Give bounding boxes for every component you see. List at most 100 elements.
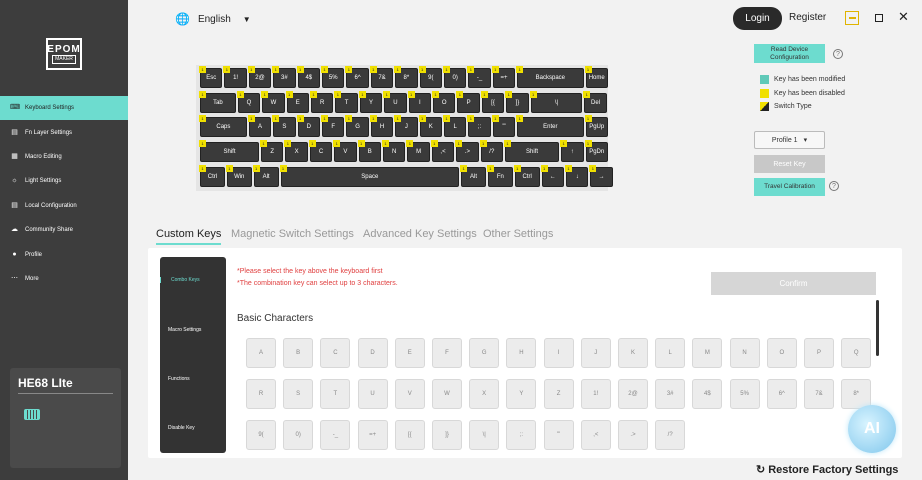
- character-key[interactable]: ;:: [506, 420, 537, 450]
- character-key[interactable]: =+: [357, 420, 388, 450]
- key[interactable]: 1W: [261, 91, 285, 113]
- character-key[interactable]: 9(: [246, 420, 276, 450]
- confirm-button[interactable]: Confirm: [711, 272, 876, 295]
- character-key[interactable]: F: [432, 338, 462, 368]
- profile-select[interactable]: Profile 1 ▾: [754, 131, 825, 149]
- character-key[interactable]: O: [766, 338, 797, 368]
- character-key[interactable]: 2@: [618, 379, 648, 409]
- key[interactable]: 1]}: [505, 91, 529, 113]
- key[interactable]: 1 ↓: [565, 165, 589, 187]
- key[interactable]: 1 6^: [345, 66, 369, 88]
- key[interactable]: 1 Ctrl: [513, 165, 540, 187]
- key[interactable]: 1;:: [467, 115, 491, 137]
- key[interactable]: 1 Backspace: [516, 66, 584, 88]
- character-key[interactable]: B: [283, 338, 314, 368]
- character-key[interactable]: S: [283, 379, 314, 409]
- key[interactable]: 1 Ctrl: [199, 165, 225, 187]
- key[interactable]: 1[{: [480, 91, 505, 113]
- key[interactable]: 1 9(: [418, 66, 442, 88]
- key[interactable]: 1 '": [491, 115, 516, 137]
- scrollbar[interactable]: [876, 300, 879, 356]
- tab-custom-keys[interactable]: Custom Keys: [156, 228, 222, 245]
- character-key[interactable]: 1!: [580, 379, 611, 409]
- key[interactable]: 1 1!: [223, 66, 247, 88]
- help-icon[interactable]: ?: [833, 49, 843, 59]
- character-key[interactable]: M: [692, 338, 723, 368]
- key[interactable]: 1 Enter: [516, 115, 584, 137]
- character-key[interactable]: Y: [506, 379, 537, 409]
- character-key[interactable]: .>: [618, 420, 648, 450]
- key[interactable]: 1 7&: [369, 66, 394, 88]
- character-key[interactable]: 7&: [804, 379, 834, 409]
- key[interactable]: 1C: [308, 140, 333, 162]
- character-key[interactable]: I: [543, 338, 574, 368]
- key[interactable]: 1M: [406, 140, 430, 162]
- key[interactable]: 1 ,<: [430, 140, 455, 162]
- character-key[interactable]: G: [469, 338, 500, 368]
- character-key[interactable]: 5%: [729, 379, 760, 409]
- key[interactable]: 1R: [310, 91, 334, 113]
- key[interactable]: 1Y: [358, 91, 383, 113]
- character-key[interactable]: \|: [469, 420, 500, 450]
- key[interactable]: 1G: [345, 115, 369, 137]
- key[interactable]: 1 Space: [279, 165, 460, 187]
- character-key[interactable]: A: [246, 338, 276, 368]
- character-key[interactable]: H: [506, 338, 537, 368]
- read-device-config-button[interactable]: Read Device Configuration: [754, 44, 825, 63]
- key[interactable]: 1P: [456, 91, 480, 113]
- key[interactable]: 1 PgUp: [584, 115, 608, 137]
- subnav-item-combo-keys[interactable]: Combo Keys: [160, 277, 226, 283]
- sidebar-item-light-settings[interactable]: ☼ Light Settings: [0, 169, 128, 193]
- sidebar-item-macro-editing[interactable]: ▦ Macro Editing: [0, 145, 128, 169]
- key[interactable]: 1 PgDn: [584, 140, 608, 162]
- key[interactable]: 1F: [321, 115, 345, 137]
- key[interactable]: 1 4$: [296, 66, 320, 88]
- key[interactable]: 1 3#: [272, 66, 296, 88]
- subnav-item-macro-settings[interactable]: Macro Settings: [160, 327, 226, 333]
- sidebar-item-community-share[interactable]: ☁ Community Share: [0, 218, 128, 242]
- reset-key-button[interactable]: Reset Key: [754, 155, 825, 173]
- key[interactable]: 1D: [296, 115, 320, 137]
- travel-calibration-button[interactable]: Travel Calibration: [754, 178, 825, 196]
- key[interactable]: 1J: [394, 115, 418, 137]
- character-key[interactable]: R: [246, 379, 276, 409]
- character-key[interactable]: -_: [320, 420, 351, 450]
- sidebar-item-more[interactable]: ⋯ More: [0, 267, 128, 291]
- register-link[interactable]: Register: [789, 12, 826, 23]
- key[interactable]: 1/?: [479, 140, 503, 162]
- language-selector[interactable]: 🌐 English ▼: [175, 12, 251, 26]
- key[interactable]: 1 2@: [247, 66, 272, 88]
- key[interactable]: 1 Del: [583, 91, 607, 113]
- key[interactable]: 1Z: [260, 140, 284, 162]
- minimize-button[interactable]: [845, 11, 859, 25]
- key[interactable]: 1B: [357, 140, 381, 162]
- help-icon[interactable]: ?: [829, 181, 839, 191]
- key[interactable]: 1X: [284, 140, 308, 162]
- key[interactable]: 1 Fn: [486, 165, 513, 187]
- character-key[interactable]: P: [804, 338, 834, 368]
- key[interactable]: 1 =+: [491, 66, 516, 88]
- sidebar-item-fn-layer-settings[interactable]: ▤ Fn Layer Settings: [0, 120, 128, 144]
- key[interactable]: 1 0): [443, 66, 467, 88]
- key[interactable]: 1L: [443, 115, 467, 137]
- key[interactable]: 1 ↑: [560, 140, 584, 162]
- key[interactable]: 1 Shift: [199, 140, 259, 162]
- key[interactable]: 1 Tab: [199, 91, 236, 113]
- key[interactable]: 1 -_: [467, 66, 491, 88]
- tab-magnetic-switch-settings[interactable]: Magnetic Switch Settings: [231, 228, 354, 240]
- key[interactable]: 1 Shift: [504, 140, 560, 162]
- ai-assistant-badge[interactable]: AI: [848, 405, 896, 453]
- key[interactable]: 1V: [333, 140, 357, 162]
- key[interactable]: 1 Alt: [460, 165, 486, 187]
- key[interactable]: 1 →: [589, 165, 613, 187]
- character-key[interactable]: E: [394, 338, 425, 368]
- character-key[interactable]: '": [543, 420, 574, 450]
- character-key[interactable]: L: [655, 338, 686, 368]
- key[interactable]: 1U: [383, 91, 407, 113]
- key[interactable]: 1 \|: [529, 91, 583, 113]
- key[interactable]: 1T: [334, 91, 358, 113]
- character-key[interactable]: U: [357, 379, 388, 409]
- maximize-button[interactable]: [875, 14, 883, 22]
- sidebar-item-local-configuration[interactable]: ▤ Local Configuration: [0, 194, 128, 218]
- character-key[interactable]: V: [394, 379, 425, 409]
